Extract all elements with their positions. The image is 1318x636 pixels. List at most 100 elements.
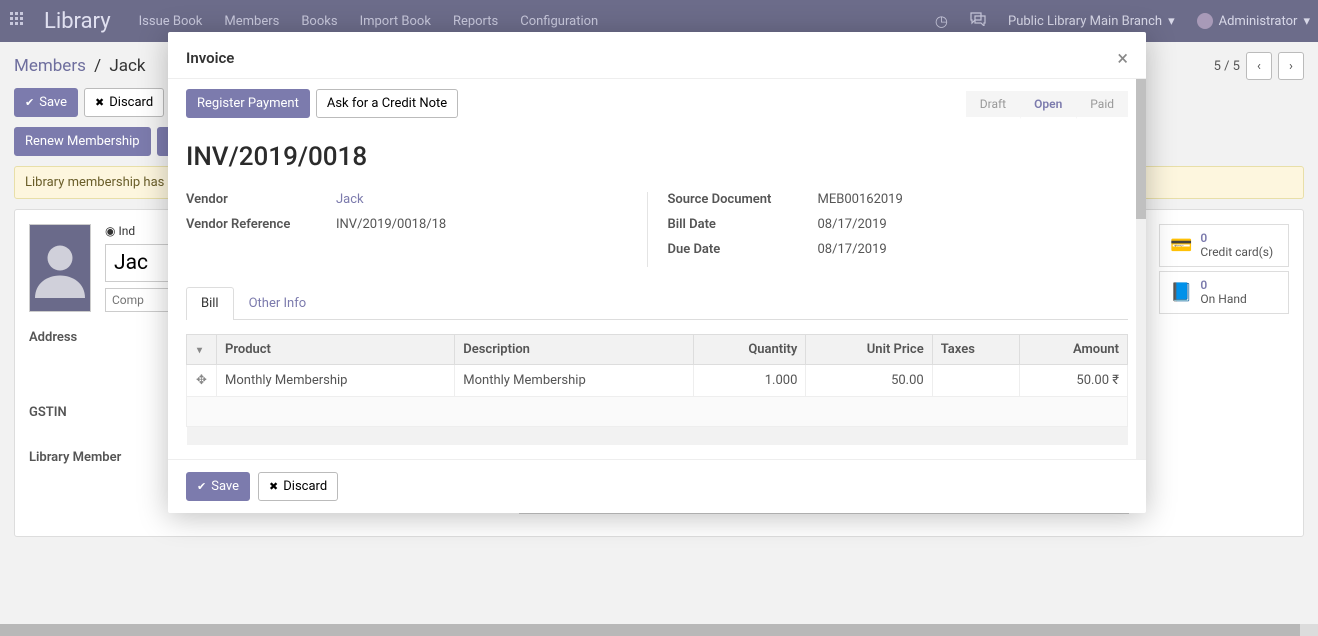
times-icon: ✖	[95, 96, 104, 109]
due-date-label: Due Date	[668, 242, 818, 257]
modal-save-button[interactable]: ✔ Save	[186, 472, 250, 501]
modal-save-label: Save	[211, 479, 239, 494]
chevron-down-icon: ▾	[1168, 14, 1175, 29]
stat-credit-cards[interactable]: 💳 0Credit card(s)	[1159, 224, 1289, 267]
check-icon: ✔	[25, 96, 34, 109]
cell-product[interactable]: Monthly Membership	[217, 365, 455, 397]
status-pill: Draft Open Paid	[966, 91, 1128, 117]
cell-quantity[interactable]: 1.000	[693, 365, 806, 397]
col-description[interactable]: Description	[455, 335, 693, 365]
book-icon: 📘	[1170, 282, 1192, 303]
horizontal-scrollbar[interactable]	[0, 624, 1318, 636]
discard-label: Discard	[109, 95, 153, 110]
apps-grid-icon[interactable]	[8, 12, 26, 30]
source-doc-label: Source Document	[668, 192, 818, 207]
modal-header: Invoice ×	[168, 32, 1146, 78]
bill-date-label: Bill Date	[668, 217, 818, 232]
menu-configuration[interactable]: Configuration	[520, 14, 598, 29]
user-menu[interactable]: Administrator ▾	[1197, 13, 1310, 29]
pager-text: 5 / 5	[1214, 59, 1240, 74]
menu-books[interactable]: Books	[301, 14, 337, 29]
ask-credit-note-button[interactable]: Ask for a Credit Note	[316, 89, 458, 118]
breadcrumb-current: Jack	[109, 56, 145, 76]
col-handle: ▾	[187, 335, 217, 365]
col-product[interactable]: Product	[217, 335, 455, 365]
tab-bill[interactable]: Bill	[186, 287, 234, 320]
pager-prev-button[interactable]: ‹	[1246, 52, 1272, 80]
status-paid[interactable]: Paid	[1076, 91, 1128, 117]
discard-button[interactable]: ✖ Discard	[84, 88, 164, 117]
source-doc-value: MEB00162019	[818, 192, 903, 207]
pager: 5 / 5 ‹ ›	[1214, 52, 1304, 80]
member-type-label: Ind	[118, 224, 135, 238]
cell-amount: 50.00 ₹	[1020, 365, 1128, 397]
modal-discard-label: Discard	[283, 479, 327, 494]
table-empty-row[interactable]	[187, 397, 1128, 427]
check-icon: ✔	[197, 480, 206, 493]
save-button[interactable]: ✔ Save	[14, 88, 78, 117]
menu-reports[interactable]: Reports	[453, 14, 498, 29]
vendor-ref-label: Vendor Reference	[186, 217, 336, 232]
modal-title: Invoice	[186, 49, 234, 67]
vendor-value[interactable]: Jack	[336, 192, 364, 207]
invoice-tabs: Bill Other Info	[186, 287, 1128, 320]
menu-import-book[interactable]: Import Book	[360, 14, 431, 29]
invoice-modal: Invoice × Register Payment Ask for a Cre…	[168, 32, 1146, 513]
invoice-field-grid: Vendor Jack Vendor Reference INV/2019/00…	[186, 192, 1128, 267]
status-draft[interactable]: Draft	[966, 91, 1020, 117]
cell-unit-price[interactable]: 50.00	[806, 365, 932, 397]
app-brand[interactable]: Library	[44, 9, 111, 34]
onhand-label: On Hand	[1200, 292, 1246, 306]
invoice-number: INV/2019/0018	[186, 142, 1128, 172]
tab-other-info[interactable]: Other Info	[234, 287, 322, 319]
breadcrumb-parent[interactable]: Members	[14, 56, 86, 76]
modal-footer: ✔ Save ✖ Discard	[168, 459, 1146, 513]
due-date-value: 08/17/2019	[818, 242, 887, 257]
scrollbar-track[interactable]	[1136, 79, 1146, 459]
breadcrumb: Members / Jack	[14, 56, 145, 76]
activity-icon[interactable]: ◷	[935, 12, 948, 30]
member-avatar[interactable]	[29, 224, 91, 312]
close-icon[interactable]: ×	[1117, 46, 1128, 70]
pager-next-button[interactable]: ›	[1278, 52, 1304, 80]
stat-boxes: 💳 0Credit card(s) 📘 0On Hand	[1159, 224, 1289, 522]
scrollbar-thumb[interactable]	[1136, 79, 1146, 219]
breadcrumb-separator: /	[94, 56, 101, 76]
col-quantity[interactable]: Quantity	[693, 335, 806, 365]
status-open[interactable]: Open	[1020, 91, 1076, 117]
cc-label: Credit card(s)	[1200, 245, 1273, 259]
renew-membership-button[interactable]: Renew Membership	[14, 127, 151, 156]
drag-handle-icon[interactable]: ✥	[187, 365, 217, 397]
stat-on-hand[interactable]: 📘 0On Hand	[1159, 271, 1289, 314]
chevron-down-icon: ▾	[1303, 14, 1310, 29]
menu-members[interactable]: Members	[224, 14, 279, 29]
col-taxes[interactable]: Taxes	[932, 335, 1019, 365]
radio-checked-icon: ◉	[105, 224, 115, 238]
onhand-count: 0	[1200, 278, 1207, 292]
user-name: Administrator	[1219, 14, 1298, 29]
cc-count: 0	[1200, 231, 1207, 245]
modal-body: Register Payment Ask for a Credit Note D…	[168, 78, 1146, 459]
menu-issue-book[interactable]: Issue Book	[139, 14, 203, 29]
sort-icon: ▾	[197, 345, 202, 356]
table-row[interactable]: ✥ Monthly Membership Monthly Membership …	[187, 365, 1128, 397]
bill-date-value: 08/17/2019	[818, 217, 887, 232]
invoice-lines-table: ▾ Product Description Quantity Unit Pric…	[186, 334, 1128, 445]
branch-name: Public Library Main Branch	[1008, 14, 1162, 29]
chat-icon[interactable]	[970, 12, 986, 30]
col-unit-price[interactable]: Unit Price	[806, 335, 932, 365]
modal-discard-button[interactable]: ✖ Discard	[258, 472, 338, 501]
col-amount[interactable]: Amount	[1020, 335, 1128, 365]
top-menu: Issue Book Members Books Import Book Rep…	[139, 14, 599, 29]
register-payment-button[interactable]: Register Payment	[186, 89, 310, 118]
cell-description[interactable]: Monthly Membership	[455, 365, 693, 397]
vendor-label: Vendor	[186, 192, 336, 207]
vendor-ref-value: INV/2019/0018/18	[336, 217, 446, 232]
cell-taxes[interactable]	[932, 365, 1019, 397]
times-icon: ✖	[269, 480, 278, 493]
table-spacer	[187, 427, 1128, 445]
credit-card-icon: 💳	[1170, 235, 1192, 256]
save-label: Save	[39, 95, 67, 110]
scrollbar-thumb[interactable]	[0, 624, 1300, 636]
branch-selector[interactable]: Public Library Main Branch ▾	[1008, 14, 1175, 29]
